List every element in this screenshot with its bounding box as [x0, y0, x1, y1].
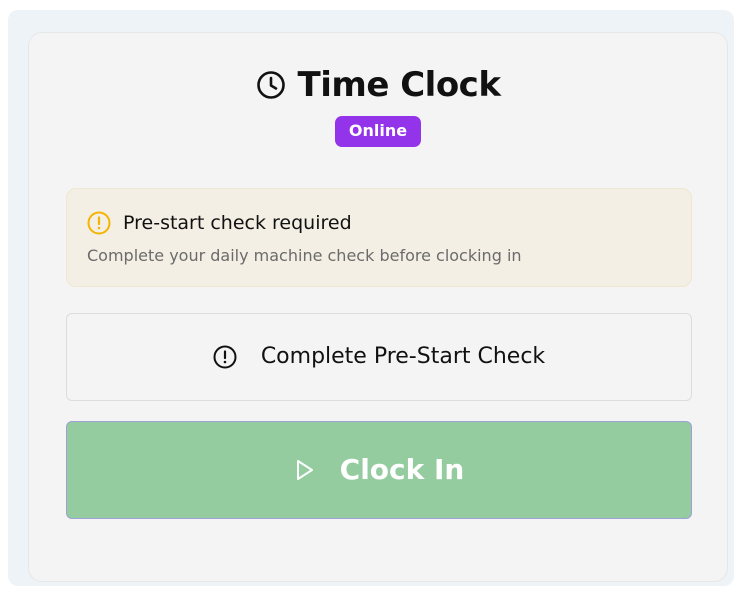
pre-start-button-label: Complete Pre-Start Check — [260, 344, 546, 369]
alert-description: Complete your daily machine check before… — [87, 246, 522, 265]
app-background: Time Clock Online Pre-start check requir… — [8, 10, 734, 586]
alert-circle-icon — [213, 345, 237, 369]
page-title: Time Clock — [297, 65, 501, 105]
card-header: Time Clock — [29, 63, 727, 107]
time-clock-card: Time Clock Online Pre-start check requir… — [28, 32, 728, 582]
alert-header: Pre-start check required — [87, 211, 352, 235]
play-icon — [294, 458, 316, 482]
warning-circle-icon — [87, 211, 111, 235]
complete-pre-start-check-button[interactable]: Complete Pre-Start Check — [66, 313, 692, 401]
clock-icon — [256, 70, 286, 100]
clock-in-label: Clock In — [339, 453, 465, 486]
pre-start-alert: Pre-start check required Complete your d… — [66, 188, 692, 287]
status-badge-wrap: Online — [29, 116, 727, 147]
clock-in-button[interactable]: Clock In — [66, 421, 692, 519]
status-badge: Online — [334, 116, 422, 147]
alert-title: Pre-start check required — [123, 212, 352, 234]
